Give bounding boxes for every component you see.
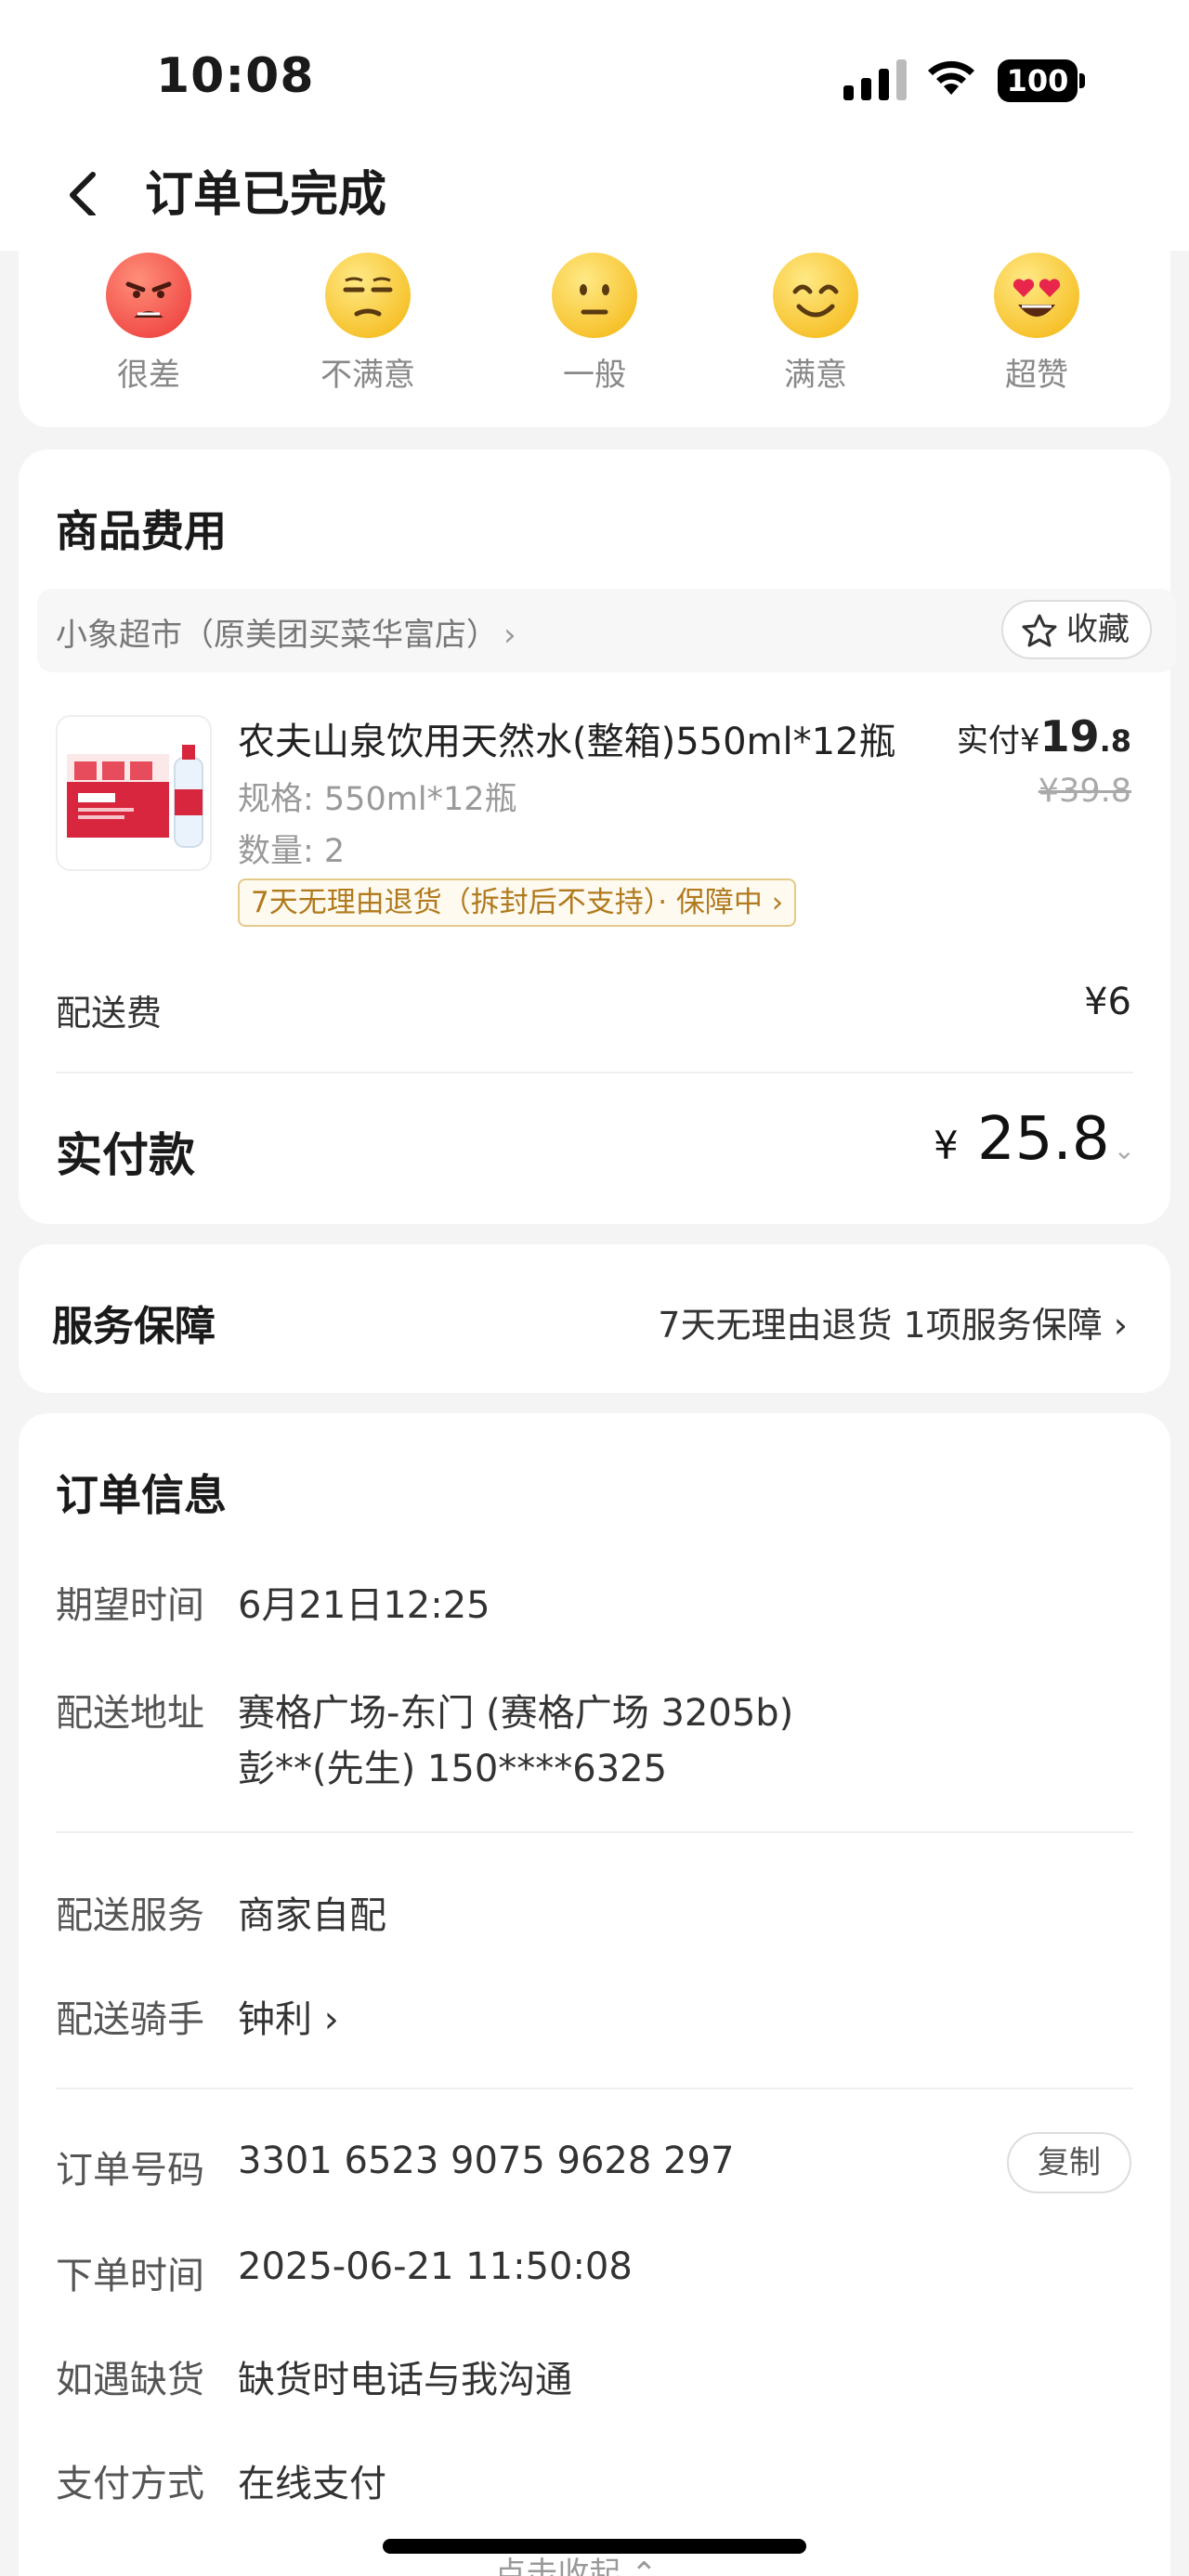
- rating-label: 很差: [117, 357, 180, 394]
- total-label: 实付款: [56, 1128, 195, 1182]
- store-name: 小象超市（原美团买菜华富店）: [56, 617, 498, 654]
- divider: [56, 1072, 1133, 1073]
- address-line2: 彭**(先生) 150****6325: [238, 1748, 668, 1790]
- rating-label: 不满意: [320, 357, 415, 394]
- star-icon: [1022, 614, 1057, 647]
- expected-time-value: 6月21日12:25: [238, 1584, 490, 1627]
- chevron-down-icon: ⌄: [1113, 1135, 1135, 1165]
- rating-option-average[interactable]: 一般: [529, 253, 660, 395]
- product-fee-card: 商品费用 小象超市（原美团买菜华富店） › 收藏 农夫山泉饮用天然水(整箱)550…: [19, 449, 1176, 1224]
- payment-method-value: 在线支付: [238, 2463, 386, 2505]
- divider: [56, 2088, 1133, 2089]
- divider: [56, 1831, 1133, 1833]
- return-policy-tag[interactable]: 7天无理由退货（拆封后不支持）· 保障中 ›: [238, 878, 797, 927]
- rider-link[interactable]: 钟利 ›: [238, 1989, 339, 2043]
- total-amount[interactable]: ¥ 25.8 ⌄: [934, 1105, 1135, 1174]
- unamused-face-icon: [325, 253, 411, 338]
- smiling-face-icon: [773, 253, 858, 338]
- payment-method-label: 支付方式: [56, 2463, 204, 2505]
- total-currency: ¥: [933, 1123, 959, 1168]
- favorite-label: 收藏: [1066, 611, 1130, 648]
- original-price: ¥39.8: [1038, 773, 1131, 810]
- heart-eyes-face-icon: [994, 253, 1079, 338]
- product-quantity: 数量: 2: [238, 833, 346, 870]
- address-label: 配送地址: [56, 1692, 204, 1735]
- paid-decimal: .8: [1099, 723, 1131, 759]
- order-time-label: 下单时间: [56, 2255, 204, 2297]
- order-info-card: 订单信息 期望时间 6月21日12:25 配送地址 赛格广场-东门 (赛格广场 …: [19, 1413, 1170, 2576]
- guarantee-title: 服务保障: [52, 1303, 216, 1350]
- order-number-value: 3301 6523 9075 9628 297: [238, 2140, 735, 2182]
- copy-button[interactable]: 复制: [1007, 2132, 1131, 2193]
- neutral-face-icon: [552, 253, 637, 338]
- address-line1: 赛格广场-东门 (赛格广场 3205b): [238, 1692, 794, 1735]
- favorite-button[interactable]: 收藏: [1001, 600, 1152, 659]
- rider-label: 配送骑手: [56, 1998, 204, 2041]
- store-bar[interactable]: 小象超市（原美团买菜华富店） › 收藏: [37, 589, 1176, 672]
- rating-card: 很差 不满意 一般 满意 超赞: [19, 215, 1170, 427]
- rating-label: 超赞: [1005, 357, 1068, 394]
- paid-integer: 19: [1039, 711, 1100, 761]
- store-link[interactable]: 小象超市（原美团买菜华富店） ›: [56, 609, 516, 655]
- status-time: 10:08: [156, 48, 315, 104]
- angry-face-icon: [106, 253, 191, 338]
- section-title: 订单信息: [56, 1470, 227, 1520]
- battery-level: 100: [998, 59, 1078, 102]
- rating-label: 一般: [563, 357, 626, 394]
- service-guarantee-card[interactable]: 服务保障 7天无理由退货 1项服务保障 ›: [19, 1244, 1170, 1393]
- product-spec: 规格: 550ml*12瓶: [238, 781, 517, 818]
- delivery-fee-label: 配送费: [56, 993, 163, 1034]
- product-image[interactable]: [56, 715, 212, 871]
- order-number-label: 订单号码: [56, 2149, 204, 2192]
- product-name[interactable]: 农夫山泉饮用天然水(整箱)550ml*12瓶: [238, 711, 896, 765]
- guarantee-summary[interactable]: 7天无理由退货 1项服务保障 ›: [658, 1296, 1128, 1347]
- rating-option-satisfied[interactable]: 满意: [751, 253, 881, 395]
- wifi-icon: [928, 60, 974, 95]
- rating-option-very-bad[interactable]: 很差: [84, 253, 214, 395]
- home-indicator[interactable]: [383, 2539, 806, 2554]
- rating-option-excellent[interactable]: 超赞: [972, 253, 1102, 395]
- delivery-fee-value: ¥6: [1084, 981, 1131, 1023]
- section-title: 商品费用: [56, 506, 227, 556]
- water-bottle-pack-icon: [67, 745, 203, 848]
- cellular-signal-icon: [843, 59, 907, 100]
- paid-currency: ¥: [1019, 722, 1040, 760]
- status-bar: 10:08 100: [0, 0, 1189, 139]
- order-time-value: 2025-06-21 11:50:08: [238, 2245, 633, 2288]
- delivery-service-value: 商家自配: [238, 1894, 386, 1937]
- product-paid-price: 实付¥19.8: [957, 711, 1131, 761]
- total-value: 25.8: [977, 1105, 1110, 1174]
- paid-label: 实付: [956, 722, 1020, 760]
- expected-time-label: 期望时间: [56, 1584, 204, 1627]
- out-of-stock-value: 缺货时电话与我沟通: [238, 2359, 572, 2401]
- chevron-right-icon: ›: [503, 617, 516, 654]
- battery-icon: 100: [998, 59, 1085, 102]
- rating-option-dissatisfied[interactable]: 不满意: [303, 253, 433, 395]
- rating-label: 满意: [784, 357, 847, 394]
- delivery-service-label: 配送服务: [56, 1894, 204, 1937]
- out-of-stock-label: 如遇缺货: [56, 2359, 204, 2401]
